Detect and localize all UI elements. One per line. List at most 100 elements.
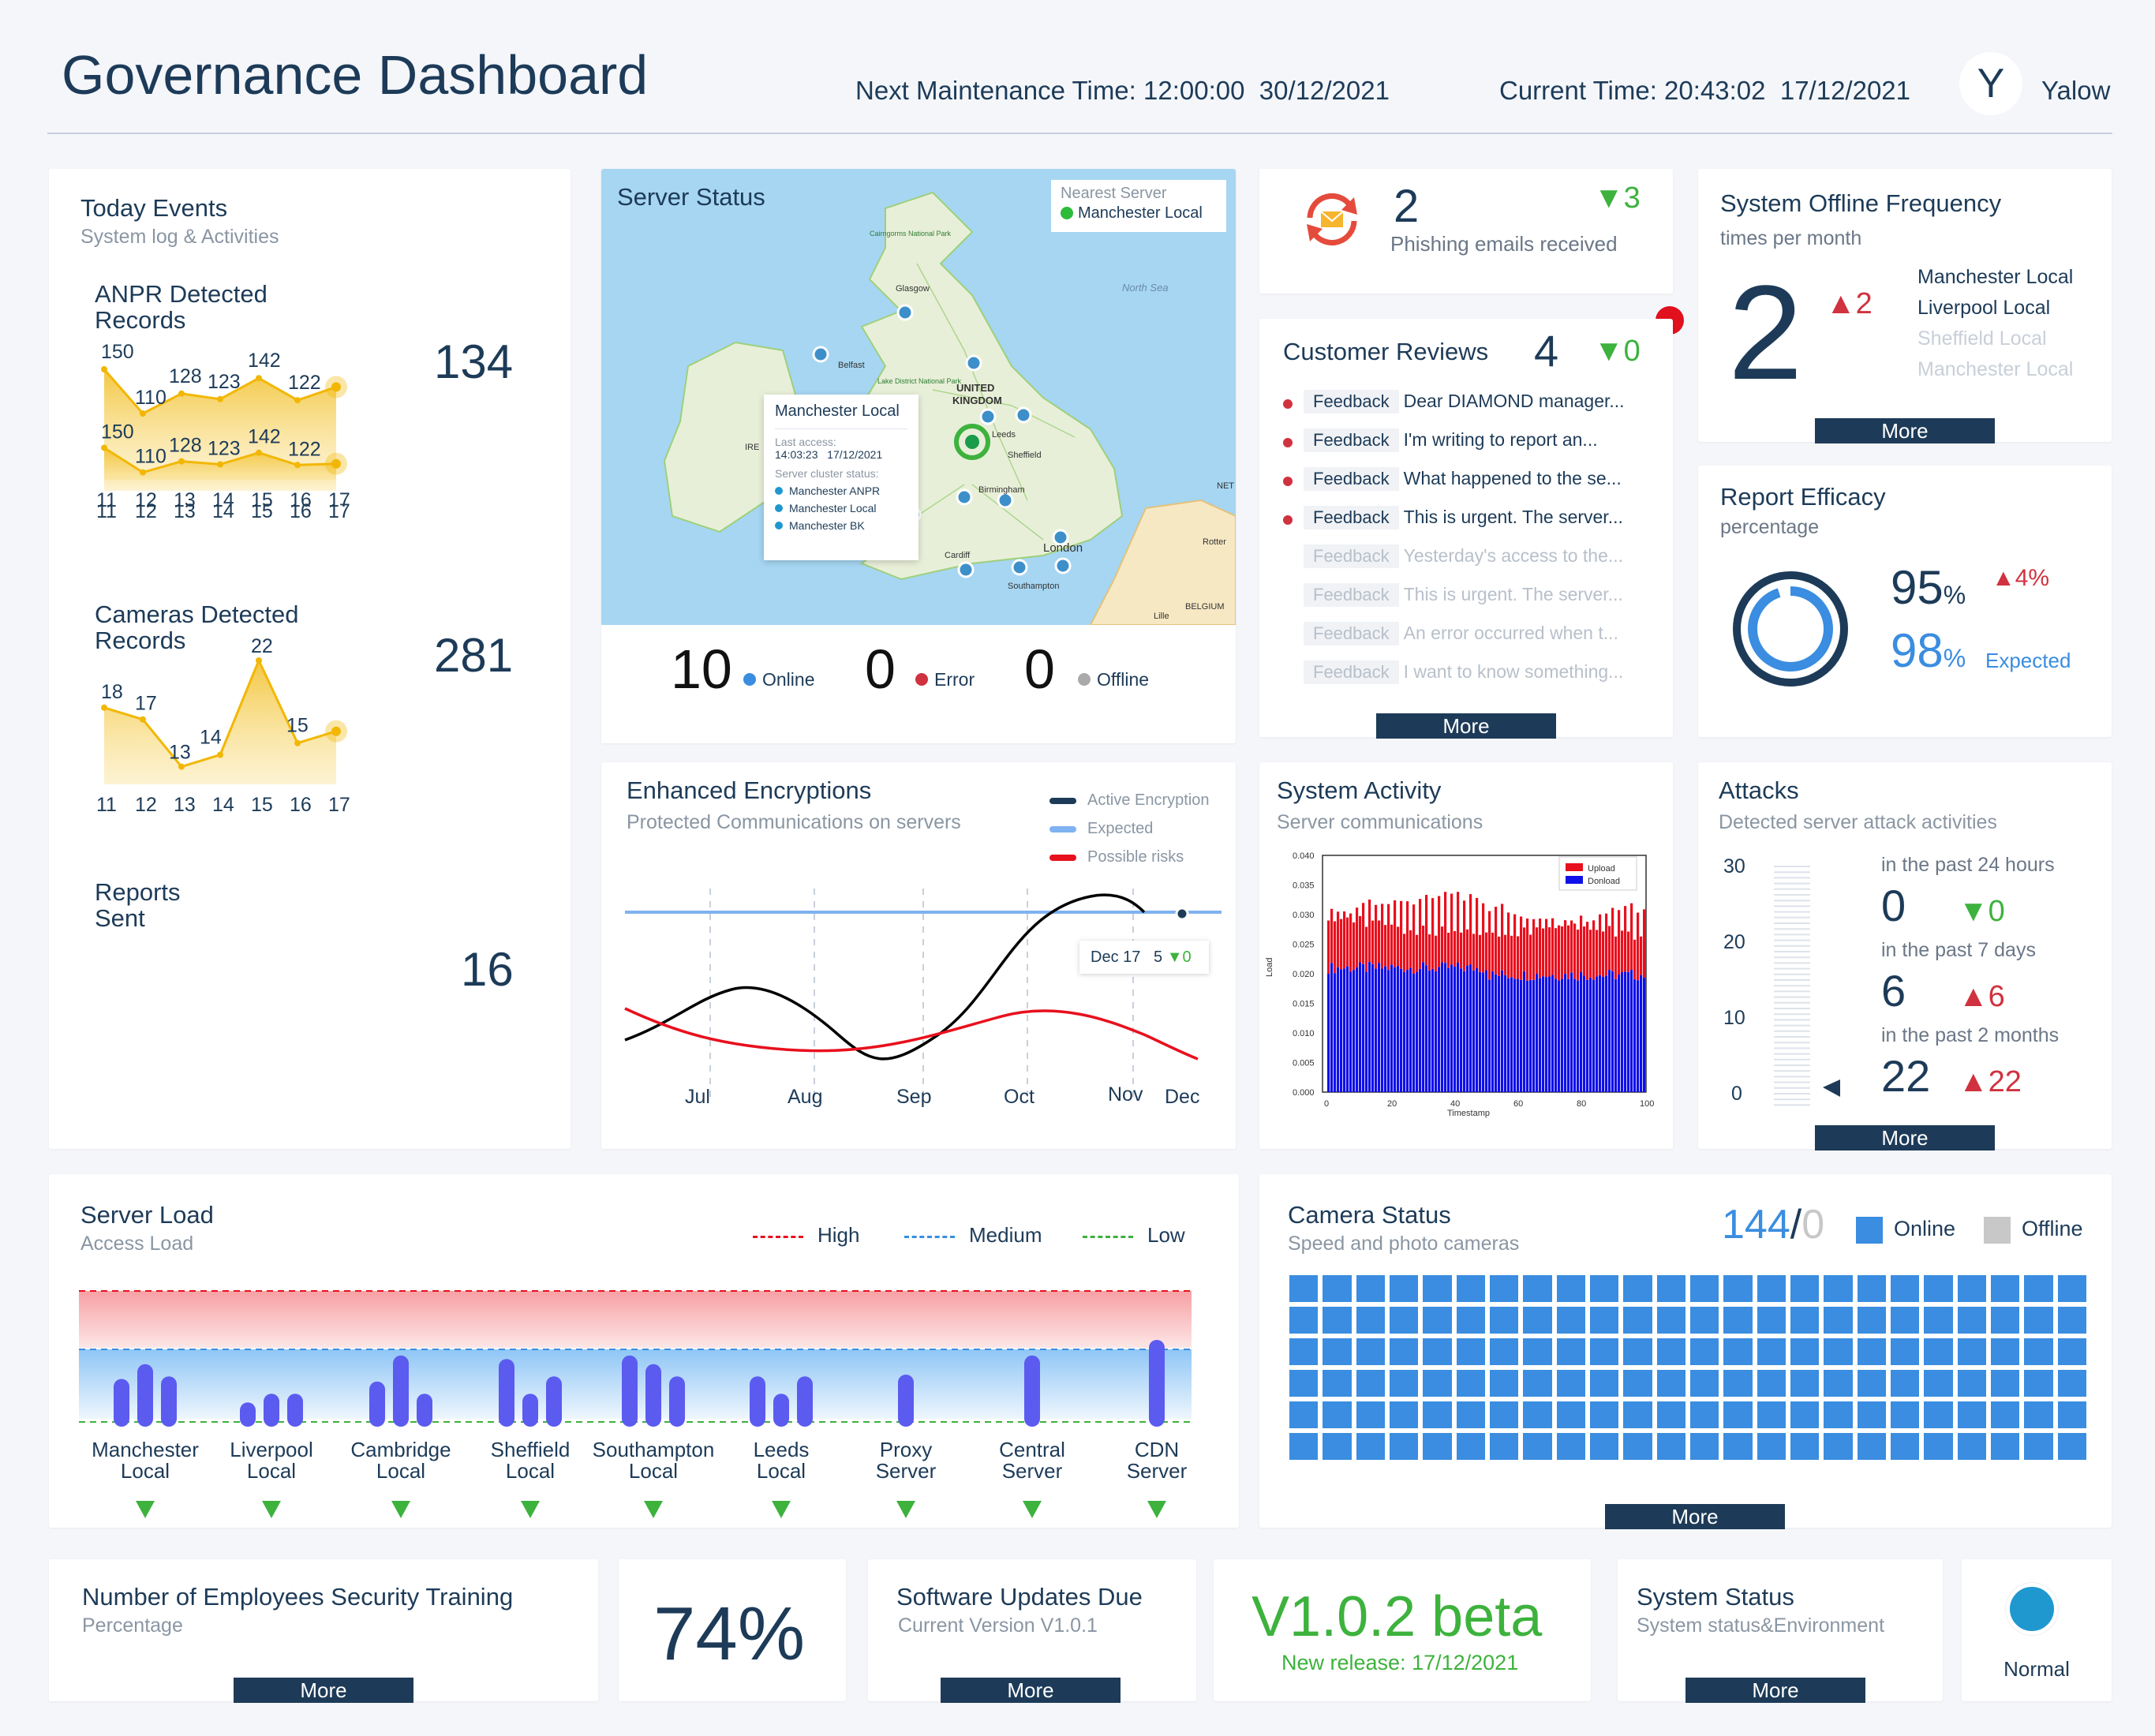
upload-bar	[1488, 911, 1491, 980]
upload-bar	[1340, 919, 1343, 970]
download-bar	[1558, 980, 1561, 1092]
today-events-card: Today Events System log & Activities ANP…	[49, 169, 571, 1149]
page-title: Governance Dashboard	[62, 44, 649, 106]
attacks-more-button[interactable]: More	[1815, 1125, 1995, 1150]
camera-cell	[1589, 1275, 1619, 1302]
updates-more-button[interactable]: More	[941, 1678, 1121, 1703]
cameras-day-label: 16	[290, 500, 312, 522]
camera-cell	[1689, 1401, 1719, 1428]
nearest-server-box: Nearest Server Manchester Local	[1051, 180, 1226, 232]
review-item[interactable]: Feedback An error occurred when t...	[1283, 622, 1662, 660]
review-item[interactable]: Feedback I want to know something...	[1283, 660, 1662, 699]
status-indicator-icon	[2006, 1583, 2058, 1635]
download-bar	[1356, 967, 1359, 1092]
load-bar	[161, 1376, 177, 1427]
download-bar	[1633, 978, 1637, 1092]
reviews-more-button[interactable]: More	[1376, 713, 1556, 739]
camera-cell	[1623, 1307, 1652, 1334]
report-efficacy-card: Report Efficacy percentage 95% ▲4% 98% E…	[1698, 466, 2112, 737]
review-item[interactable]: Feedback This is urgent. The server...	[1283, 506, 1662, 544]
download-bar	[1592, 979, 1596, 1092]
review-item[interactable]: Feedback Yesterday's access to the...	[1283, 544, 1662, 583]
upload-bar	[1476, 897, 1479, 968]
popup-cluster-list: Manchester ANPR Manchester Local Mancheste…	[775, 485, 907, 532]
anpr-data-label: 128	[169, 365, 202, 387]
download-bar	[1479, 971, 1482, 1092]
download-bar	[1627, 971, 1630, 1092]
upload-bar	[1425, 895, 1428, 966]
camera-cell	[1323, 1370, 1352, 1397]
upload-bar	[1545, 919, 1548, 978]
upload-bar	[1542, 928, 1545, 977]
reports-day-label: 12	[135, 794, 157, 816]
camera-cell	[2024, 1433, 2053, 1460]
review-dot	[1283, 670, 1293, 679]
camera-cell	[1757, 1370, 1786, 1397]
server-load-label: Leeds Local	[753, 1438, 810, 1483]
camera-cell	[1523, 1338, 1552, 1365]
map-label-belgium: BELGIUM	[1185, 602, 1225, 612]
review-item[interactable]: Feedback This is urgent. The server...	[1283, 583, 1662, 622]
load-bar	[1149, 1340, 1165, 1427]
reports-data-label: 17	[135, 693, 157, 715]
uk-map[interactable]: North Sea UNITED KINGDOM Glasgow Belfast…	[601, 169, 1236, 625]
load-bar	[622, 1355, 638, 1427]
camera-cell	[1523, 1401, 1552, 1428]
feedback-tag: Feedback	[1304, 544, 1399, 568]
upload-bar	[1548, 927, 1551, 977]
upload-bar	[1416, 934, 1419, 972]
camera-cell	[1323, 1401, 1352, 1428]
download-bar	[1523, 971, 1526, 1092]
download-bar	[1567, 978, 1570, 1092]
camera-cell	[1857, 1370, 1886, 1397]
map-label-southampton: Southampton	[1008, 582, 1059, 591]
popup-cluster-item: Manchester Local	[775, 502, 907, 514]
upload-bar	[1368, 899, 1371, 963]
anpr-point	[178, 390, 185, 397]
upload-bar	[1365, 926, 1368, 972]
review-item[interactable]: Feedback What happened to the se...	[1283, 467, 1662, 506]
upload-bar	[1371, 920, 1375, 964]
camera-cell	[1857, 1307, 1886, 1334]
error-legend: Error	[915, 669, 975, 690]
camera-cell	[1857, 1275, 1886, 1302]
camera-cell	[1623, 1433, 1652, 1460]
load-bar	[797, 1376, 813, 1427]
updates-card: Software Updates Due Current Version V1.…	[868, 1559, 1196, 1703]
camera-cell	[1723, 1275, 1753, 1302]
system-status-more-button[interactable]: More	[1685, 1678, 1865, 1703]
upload-bar	[1592, 920, 1596, 980]
camera-cell	[1656, 1433, 1685, 1460]
map-label-lille: Lille	[1154, 612, 1169, 621]
training-more-button[interactable]: More	[234, 1678, 413, 1703]
review-item[interactable]: Feedback I'm writing to report an...	[1283, 428, 1662, 467]
camera-cell	[1890, 1307, 1920, 1334]
avatar[interactable]: Y	[1959, 52, 2022, 115]
popup-title: Manchester Local	[775, 402, 907, 429]
upload-bar	[1390, 924, 1394, 965]
upload-bar	[1447, 932, 1450, 968]
status-down-arrow	[136, 1501, 155, 1518]
camera-cell	[1689, 1370, 1719, 1397]
system-status-card: System Status System status&Environment …	[1618, 1559, 1943, 1703]
camera-more-button[interactable]: More	[1605, 1504, 1785, 1529]
load-bar	[264, 1394, 279, 1427]
cameras-day-label: 17	[328, 500, 350, 522]
upload-bar	[1454, 930, 1457, 967]
version-card: V1.0.2 beta New release: 17/12/2021	[1214, 1559, 1591, 1701]
load-bar	[669, 1376, 685, 1427]
cameras-data-label: 110	[135, 446, 166, 468]
username[interactable]: Yalow	[2041, 76, 2110, 106]
camera-cell	[1689, 1338, 1719, 1365]
popup-last-access-date: 17/12/2021	[827, 448, 883, 461]
nearest-server-value: Manchester Local	[1078, 204, 1203, 222]
upload-bar	[1573, 923, 1577, 979]
review-item[interactable]: Feedback Dear DIAMOND manager...	[1283, 390, 1662, 428]
phishing-card: 2 ▼3 Phishing emails received	[1259, 169, 1673, 294]
offline-freq-more-button[interactable]: More	[1815, 418, 1995, 443]
upload-bar	[1384, 925, 1387, 967]
efficacy-actual: 95%	[1891, 561, 1966, 614]
upload-bar	[1469, 894, 1472, 965]
cameras-data-label: 123	[208, 438, 241, 460]
upload-bar	[1624, 906, 1627, 972]
